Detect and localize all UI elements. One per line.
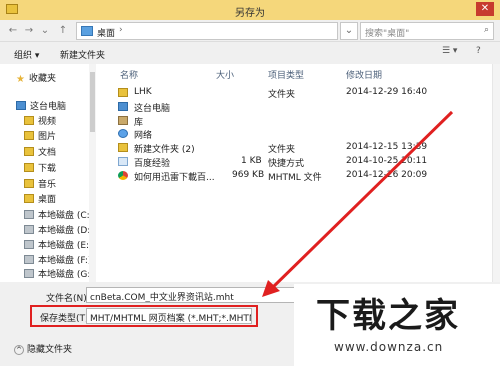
disk-icon xyxy=(24,240,34,249)
star-icon: ★ xyxy=(16,74,25,85)
forward-button[interactable]: → xyxy=(22,24,36,38)
folder-icon xyxy=(24,147,34,156)
close-button[interactable]: ✕ xyxy=(476,2,494,16)
organize-button[interactable]: 组织 ▾ xyxy=(14,48,39,61)
watermark-title: 下载之家 xyxy=(316,296,460,336)
file-row[interactable]: 库 xyxy=(96,115,496,128)
search-icon: ⌕ xyxy=(483,25,489,35)
filename-label: 文件名(N): xyxy=(46,294,90,304)
new-folder-button[interactable]: 新建文件夹 xyxy=(60,48,105,61)
file-row[interactable]: 百度经验 1 KB 快捷方式 2014-10-25 20:11 xyxy=(96,156,496,169)
file-row[interactable]: 如何用迅雷下載百... 969 KB MHTML 文件 2014-12-26 2… xyxy=(96,170,496,183)
computer-icon xyxy=(16,101,26,110)
scrollbar-thumb[interactable] xyxy=(90,72,95,132)
watermark: 下载之家 www.downza.cn xyxy=(294,284,500,366)
folder-icon xyxy=(24,194,34,203)
hide-folders-toggle[interactable]: ^ 隐藏文件夹 xyxy=(14,342,72,355)
music-icon xyxy=(24,179,34,188)
back-button[interactable]: ← xyxy=(6,24,20,38)
help-button[interactable]: ? xyxy=(476,46,481,56)
sidebar-item-downloads[interactable]: 下载 xyxy=(24,162,56,176)
network-icon xyxy=(118,129,128,138)
sidebar-item-desktop[interactable]: 桌面 xyxy=(24,193,56,207)
file-row[interactable]: LHK 文件夹 2014-12-29 16:40 xyxy=(96,87,496,100)
breadcrumb[interactable]: 桌面 › xyxy=(76,22,338,40)
file-list: 名称 大小 项目类型 修改日期 LHK 文件夹 2014-12-29 16:40… xyxy=(96,64,500,282)
watermark-url: www.downza.cn xyxy=(334,340,444,354)
folder-icon xyxy=(24,116,34,125)
desktop-icon xyxy=(81,26,93,36)
sidebar-item-pictures[interactable]: 图片 xyxy=(24,130,56,144)
address-bar: ← → ⌄ ↑ 桌面 › ⌄ 搜索"桌面" ⌕ xyxy=(0,20,500,42)
shortcut-icon xyxy=(118,157,128,166)
disk-icon xyxy=(24,210,34,219)
column-name[interactable]: 名称 xyxy=(120,68,138,81)
folder-icon xyxy=(118,143,128,152)
file-row[interactable]: 新建文件夹 (2) 文件夹 2014-12-15 13:39 xyxy=(96,142,496,155)
address-dropdown-button[interactable]: ⌄ xyxy=(340,22,358,40)
sidebar-scrollbar[interactable] xyxy=(89,64,96,282)
search-placeholder: 搜索"桌面" xyxy=(365,29,410,39)
folder-icon xyxy=(118,88,128,97)
file-row[interactable]: 网络 xyxy=(96,128,496,141)
window-title: 另存为 xyxy=(235,8,265,19)
column-size[interactable]: 大小 xyxy=(216,68,234,81)
sidebar-item-drive-g[interactable]: 本地磁盘 (G:) xyxy=(24,268,94,282)
title-bar: 另存为 ✕ xyxy=(0,0,500,20)
disk-icon xyxy=(24,225,34,234)
recent-locations-button[interactable]: ⌄ xyxy=(38,24,52,38)
breadcrumb-desktop[interactable]: 桌面 xyxy=(97,26,115,39)
search-input[interactable]: 搜索"桌面" ⌕ xyxy=(360,22,494,40)
filename-field[interactable]: cnBeta.COM_中文业界资讯站.mht xyxy=(86,287,296,303)
chevron-right-icon[interactable]: › xyxy=(119,25,123,35)
library-icon xyxy=(118,116,128,125)
column-type[interactable]: 项目类型 xyxy=(268,68,304,81)
chevron-up-icon: ^ xyxy=(14,345,24,355)
navigation-pane: ★ 收藏夹 这台电脑 视频 图片 文档 下载 音乐 桌面 本地磁盘 (C:) 本地… xyxy=(0,64,96,282)
disk-icon xyxy=(24,255,34,264)
toolbar: 组织 ▾ 新建文件夹 ☰ ▾ ? xyxy=(0,42,500,64)
disk-icon xyxy=(24,269,34,278)
highlight-frame xyxy=(30,305,258,327)
file-row[interactable]: 这台电脑 xyxy=(96,101,496,114)
sidebar-item-videos[interactable]: 视频 xyxy=(24,115,56,129)
sidebar-item-music[interactable]: 音乐 xyxy=(24,178,56,192)
sidebar-item-favorites[interactable]: ★ 收藏夹 xyxy=(16,72,56,86)
sidebar-item-documents[interactable]: 文档 xyxy=(24,146,56,160)
folder-icon xyxy=(24,163,34,172)
folder-icon xyxy=(24,131,34,140)
sidebar-item-drive-f[interactable]: 本地磁盘 (F:) xyxy=(24,254,91,268)
sidebar-item-this-pc[interactable]: 这台电脑 xyxy=(16,100,66,114)
view-options-button[interactable]: ☰ ▾ xyxy=(442,46,457,56)
chrome-icon xyxy=(118,171,128,180)
sidebar-item-drive-c[interactable]: 本地磁盘 (C:) xyxy=(24,209,93,223)
file-list-scrollbar[interactable] xyxy=(492,64,500,282)
sidebar-item-drive-e[interactable]: 本地磁盘 (E:) xyxy=(24,239,93,253)
up-button[interactable]: ↑ xyxy=(56,24,70,38)
sidebar-item-drive-d[interactable]: 本地磁盘 (D:) xyxy=(24,224,94,238)
column-modified[interactable]: 修改日期 xyxy=(346,68,382,81)
computer-icon xyxy=(118,102,128,111)
